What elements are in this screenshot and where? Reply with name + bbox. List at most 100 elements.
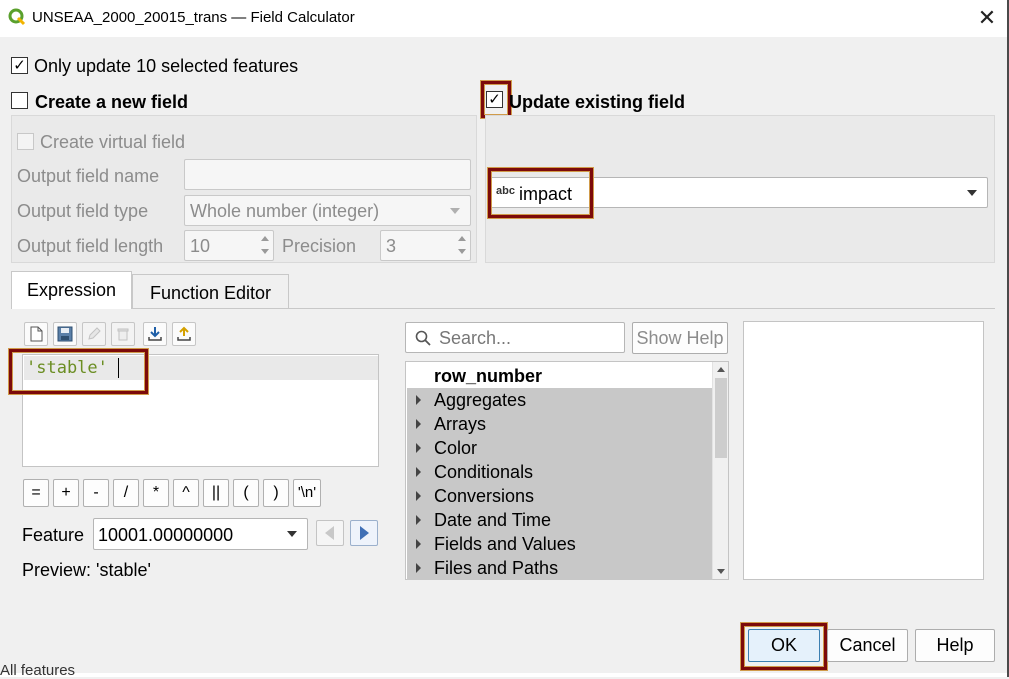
operator-power-button[interactable]: ^ [173,479,199,507]
create-virtual-field-checkbox[interactable] [17,133,34,150]
operator-close-paren-button[interactable]: ) [263,479,289,507]
scroll-up-icon[interactable] [716,365,726,373]
scroll-down-icon[interactable] [716,568,726,576]
function-group-row[interactable]: Date and Time [407,508,713,532]
feature-label: Feature [22,525,85,545]
output-field-type-value: Whole number (integer) [190,201,380,221]
create-new-field-label: Create a new field [35,92,189,112]
function-search-input[interactable]: Search... [405,322,625,353]
function-tree-row[interactable]: row_number [407,364,713,388]
chevron-down-icon [967,189,977,196]
scrollbar-thumb[interactable] [715,378,727,458]
help-button[interactable]: Help [915,629,995,662]
output-field-length-spinbox[interactable]: 10 [184,230,274,261]
tab-function-editor[interactable]: Function Editor [132,274,289,308]
precision-label: Precision [282,236,357,256]
search-placeholder: Search... [439,328,512,348]
background-window-text: All features [0,662,76,679]
chevron-down-icon [287,531,297,537]
existing-field-value: impact [519,184,573,204]
operator-newline-button[interactable]: '\n' [293,479,321,507]
only-update-selected-label: Only update 10 selected features [34,56,299,76]
function-name: row_number [434,366,543,386]
triangle-left-icon [325,526,334,540]
function-group-row[interactable]: Conversions [407,484,713,508]
triangle-right-icon [360,526,369,540]
caret-right-icon [416,467,421,477]
ok-button[interactable]: OK [748,629,820,662]
caret-right-icon [416,443,421,453]
function-group-row[interactable]: Color [407,436,713,460]
import-icon[interactable] [143,322,167,346]
function-group-label: Color [434,438,478,458]
operator-concat-button[interactable]: || [203,479,229,507]
update-existing-field-checkbox[interactable]: ✓ [486,91,503,108]
caret-right-icon [416,491,421,501]
operator-divide-button[interactable]: / [113,479,139,507]
edit-icon[interactable] [82,322,106,346]
function-group-row[interactable]: Aggregates [407,388,713,412]
spin-up-icon[interactable] [456,233,468,245]
tab-expression[interactable]: Expression [11,271,132,309]
caret-right-icon [416,563,421,573]
spin-down-icon[interactable] [259,246,271,258]
save-icon[interactable] [53,322,77,346]
next-feature-button[interactable] [350,520,378,546]
caret-right-icon [416,419,421,429]
feature-value: 10001.00000000 [98,525,234,545]
operator-open-paren-button[interactable]: ( [233,479,259,507]
only-update-selected-checkbox[interactable]: ✓ [11,57,28,74]
show-help-button[interactable]: Show Help [632,322,728,354]
text-field-type-icon: abc [496,185,515,197]
output-field-type-select[interactable]: Whole number (integer) [184,195,471,226]
spin-down-icon[interactable] [456,246,468,258]
output-field-type-label: Output field type [17,201,149,221]
qgis-logo-icon [8,8,26,26]
caret-right-icon [416,395,421,405]
chevron-down-icon [450,207,460,214]
function-group-label: Date and Time [434,510,552,530]
caret-right-icon [416,539,421,549]
precision-value: 3 [386,236,397,256]
function-group-label: Arrays [434,414,487,434]
function-group-label: Files and Paths [434,558,559,578]
operator-multiply-button[interactable]: * [143,479,169,507]
function-tree-scrollbar[interactable] [712,362,728,579]
expression-text: 'stable' [26,358,108,378]
function-group-row[interactable]: Fields and Values [407,532,713,556]
previous-feature-button[interactable] [316,520,344,546]
function-group-row[interactable]: Conditionals [407,460,713,484]
precision-spinbox[interactable]: 3 [380,230,471,261]
background-strip [0,673,1009,677]
window-title: UNSEAA_2000_20015_trans — Field Calculat… [32,9,355,26]
output-field-length-label: Output field length [17,236,164,256]
operator-minus-button[interactable]: - [83,479,109,507]
operator-plus-button[interactable]: + [53,479,79,507]
cancel-button[interactable]: Cancel [827,629,908,662]
create-virtual-field-label: Create virtual field [40,132,186,152]
output-field-name-label: Output field name [17,166,160,186]
function-group-label: Conditionals [434,462,534,482]
spin-up-icon[interactable] [259,233,271,245]
search-icon [415,330,431,346]
operator-equals-button[interactable]: = [23,479,49,507]
preview-text: Preview: 'stable' [22,560,151,580]
tab-bar-line [11,308,995,309]
function-group-label: Aggregates [434,390,527,410]
new-file-icon[interactable] [24,322,48,346]
function-group-row[interactable]: Files and Paths [407,556,713,580]
feature-select[interactable]: 10001.00000000 [93,518,308,550]
export-icon[interactable] [172,322,196,346]
text-cursor [118,358,119,378]
update-existing-field-label: Update existing field [509,92,686,112]
caret-right-icon [416,515,421,525]
create-new-field-checkbox[interactable] [11,92,28,109]
function-help-pane [743,321,984,580]
delete-icon[interactable] [111,322,135,346]
output-field-name-input[interactable] [184,159,471,190]
output-field-length-value: 10 [190,236,211,256]
function-tree[interactable]: row_number Aggregates Arrays Color Condi… [405,361,729,580]
close-icon[interactable]: ✕ [974,5,1000,31]
function-group-label: Fields and Values [434,534,576,554]
function-group-row[interactable]: Arrays [407,412,713,436]
